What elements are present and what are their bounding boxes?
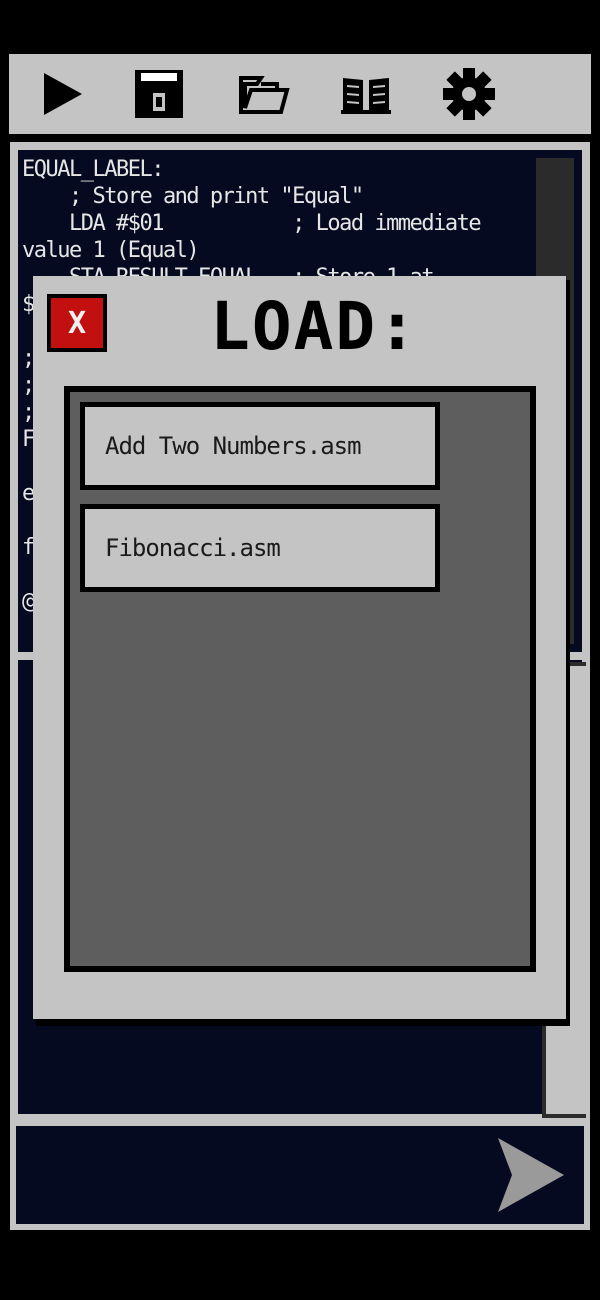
- gear-icon: [443, 68, 495, 120]
- dialog-title: LOAD:: [210, 288, 419, 365]
- file-item-fibonacci[interactable]: Fibonacci.asm: [80, 504, 440, 592]
- folder-open-icon: [239, 76, 290, 114]
- load-dialog: X LOAD: Add Two Numbers.asm Fibonacci.as…: [33, 276, 566, 1019]
- save-button[interactable]: [129, 64, 189, 124]
- book-icon: [341, 78, 391, 114]
- file-item-label: Fibonacci.asm: [85, 509, 435, 587]
- send-button[interactable]: [496, 1136, 566, 1214]
- file-list-frame: Add Two Numbers.asm Fibonacci.asm: [64, 386, 536, 972]
- open-button[interactable]: [234, 64, 294, 124]
- code-line: value 1 (Equal): [22, 238, 200, 263]
- input-bar: [10, 1120, 590, 1230]
- run-button[interactable]: [31, 64, 91, 124]
- file-item-add-two-numbers[interactable]: Add Two Numbers.asm: [80, 402, 440, 490]
- code-line: LDA #$01 ; Load immediate: [22, 211, 482, 236]
- code-line: EQUAL_LABEL:: [22, 157, 164, 182]
- save-icon: [135, 70, 183, 118]
- play-icon: [44, 73, 82, 115]
- send-arrow-icon: [498, 1138, 564, 1212]
- code-line: ; Store and print "Equal": [22, 184, 364, 209]
- file-item-label: Add Two Numbers.asm: [85, 407, 435, 485]
- settings-button[interactable]: [439, 64, 499, 124]
- toolbar: [9, 54, 591, 134]
- file-list: Add Two Numbers.asm Fibonacci.asm: [70, 392, 530, 966]
- docs-button[interactable]: [336, 64, 396, 124]
